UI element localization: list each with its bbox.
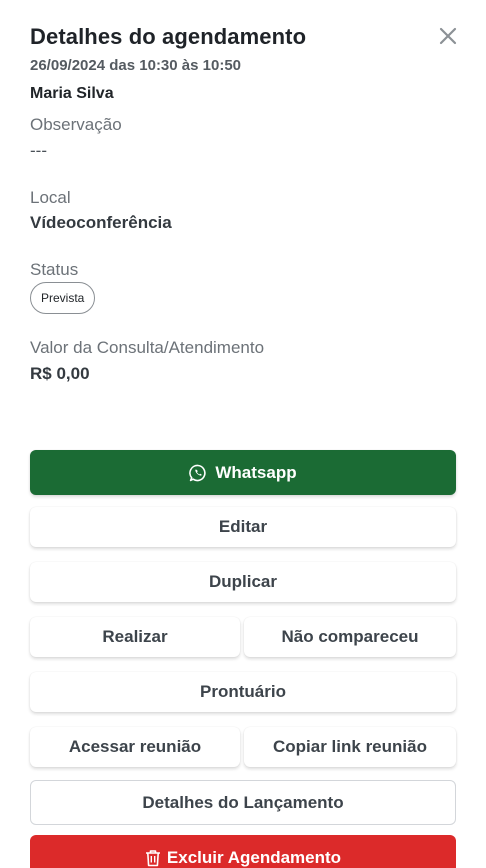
modal-title: Detalhes do agendamento xyxy=(30,24,307,49)
copiar-link-button[interactable]: Copiar link reunião xyxy=(244,727,456,767)
status-label: Status xyxy=(30,260,79,279)
valor-label: Valor da Consulta/Atendimento xyxy=(30,338,265,357)
close-button[interactable] xyxy=(434,22,462,50)
duplicar-button[interactable]: Duplicar xyxy=(30,562,456,602)
detalhes-lancamento-button[interactable]: Detalhes do Lançamento xyxy=(30,780,456,825)
local-value: Vídeoconferência xyxy=(30,213,172,232)
whatsapp-label: Whatsapp xyxy=(215,462,297,482)
modal-header: Detalhes do agendamento xyxy=(30,24,457,50)
observacao-value: --- xyxy=(30,141,47,160)
trash-icon xyxy=(145,849,161,867)
status-badge: Prevista xyxy=(30,282,96,314)
whatsapp-icon xyxy=(189,464,207,482)
observacao-label: Observação xyxy=(30,115,122,134)
patient-name: Maria Silva xyxy=(30,85,114,102)
excluir-agendamento-button[interactable]: Excluir Agendamento xyxy=(30,835,456,868)
editar-button[interactable]: Editar xyxy=(30,507,456,547)
realizar-button[interactable]: Realizar xyxy=(30,617,240,657)
appointment-datetime: 26/09/2024 das 10:30 às 10:50 xyxy=(30,57,242,74)
nao-compareceu-button[interactable]: Não compareceu xyxy=(244,617,456,657)
local-label: Local xyxy=(30,188,71,207)
whatsapp-button[interactable]: Whatsapp xyxy=(30,450,456,495)
close-icon xyxy=(439,27,457,45)
prontuario-button[interactable]: Prontuário xyxy=(30,672,456,712)
acessar-reuniao-button[interactable]: Acessar reunião xyxy=(30,727,240,767)
valor-value: R$ 0,00 xyxy=(30,364,90,383)
excluir-label: Excluir Agendamento xyxy=(166,848,342,867)
